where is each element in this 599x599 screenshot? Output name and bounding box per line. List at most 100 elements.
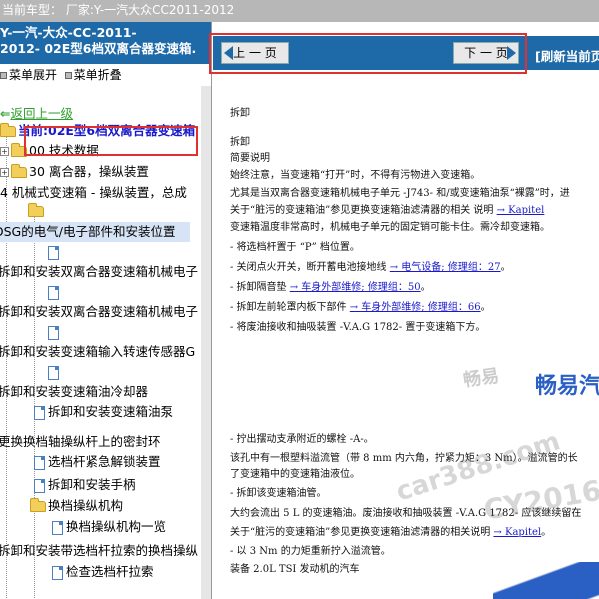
body-repair-link-50[interactable]: → 车身外部维修; 修理组：50 xyxy=(290,282,421,293)
document-icon xyxy=(48,245,59,260)
content-title: 拆卸 xyxy=(230,108,250,119)
document-icon xyxy=(34,455,45,470)
content-line: 始终注意，当变速箱“打开”时，不得有污物进入变速箱。 xyxy=(230,170,481,181)
content-line: 简要说明 xyxy=(230,153,270,164)
tree-item-oil-pump[interactable]: 拆卸和安装变速箱油泵 xyxy=(34,402,173,422)
expand-square-icon xyxy=(0,71,7,79)
left-panel-header: Y-一汽-大众-CC-2011- 2012- 02E型6档双离合器变速箱. xyxy=(0,22,211,64)
tree-item-label: 拆卸和安装双离合器变速箱机械电子 xyxy=(0,304,199,319)
back-arrow-icon: ⇐ xyxy=(0,106,11,121)
tree-item-doc[interactable] xyxy=(48,282,62,302)
tree-item-label: 检查选档杆拉索 xyxy=(66,564,154,579)
line-text: 关于“脏污的变速箱油”参见更换变速箱油滤清器的相关 说明 xyxy=(230,205,494,216)
content-line: - 拆卸左前轮罩内板下部件 → 车身外部维修; 修理组：66。 xyxy=(230,302,491,313)
content-line: 装备 2.0L TSI 发动机的汽车 xyxy=(230,564,360,575)
tree-item-subfolder[interactable] xyxy=(28,201,46,221)
tree-item-cable-shift[interactable]: 拆卸和安装带选档杆拉索的换档操纵 xyxy=(0,541,198,561)
left-scrollbar[interactable] xyxy=(201,86,211,599)
content-line: 关于“脏污的变速箱油”参见更换变速箱油滤清器的相关说明 → Kapitel。 xyxy=(230,527,552,538)
tree-item-label: 更换换档轴操纵杆上的密封环 xyxy=(0,434,161,449)
tree-item-shift-overview[interactable]: 换档操纵机构一览 xyxy=(52,517,166,537)
content-panel: 上 一 页 下 一 页 [刷新当前页 拆卸 拆卸 简要说明 始终注意，当变速箱“… xyxy=(213,22,599,599)
tree-item-doc[interactable] xyxy=(48,362,62,382)
tree-item-oil-cooler[interactable]: 拆卸和安装变速箱油冷却器 xyxy=(0,382,148,402)
header-line-2: 2012- 02E型6档双离合器变速箱. xyxy=(0,41,197,56)
tree-item-label: 拆卸和安装变速箱油泵 xyxy=(48,404,174,419)
tree-item-speed-sensor[interactable]: 拆卸和安装变速箱输入转速传感器G xyxy=(0,342,195,362)
collapse-square-icon xyxy=(64,71,72,79)
tree-item-clutch[interactable]: +30 离合器，操纵装置 xyxy=(0,162,149,182)
content-line: - 以 3 Nm 的力矩重新拧入溢流管。 xyxy=(230,546,391,557)
expand-collapse-row: 菜单展开 菜单折叠 xyxy=(0,64,211,86)
window-title-bar: 当前车型： 厂家:Y-一汽大众CC2011-2012 xyxy=(0,0,599,22)
kapitel-link[interactable]: → Kapitel xyxy=(497,205,545,216)
tree-item-check-cable[interactable]: 检查选档杆拉索 xyxy=(52,562,154,582)
tree-item-dsg-electrical[interactable]: DSG的电气/电子部件和安装位置 xyxy=(0,222,190,242)
expand-menu-link[interactable]: 菜单展开 xyxy=(9,68,57,82)
kapitel-link-2[interactable]: → Kapitel xyxy=(493,527,541,538)
back-link[interactable]: 返回上一级 xyxy=(10,106,73,121)
line-text: 关于“脏污的变速箱油”参见更换变速箱油滤清器的相关说明 xyxy=(230,527,491,538)
tree-item-doc[interactable] xyxy=(48,242,62,262)
left-nav-panel: Y-一汽-大众-CC-2011- 2012- 02E型6档双离合器变速箱. 菜单… xyxy=(0,22,212,599)
tree-item-label: 拆卸和安装带选档杆拉索的换档操纵 xyxy=(0,543,199,558)
folder-icon xyxy=(30,498,46,512)
nav-tree: ⇐返回上一级 当前:02E型6档双离合器变速箱 +00 技术数据 +30 离合器… xyxy=(0,86,211,599)
tree-item-shift-mechanism[interactable]: 换档操纵机构 xyxy=(30,496,123,516)
collapse-menu-link[interactable]: 菜单折叠 xyxy=(74,68,122,82)
refresh-page-link[interactable]: [刷新当前页 xyxy=(535,46,599,65)
tree-item-label: 30 离合器，操纵装置 xyxy=(29,164,149,179)
document-icon xyxy=(34,405,45,420)
document-icon xyxy=(48,325,59,340)
folder-icon xyxy=(0,123,16,137)
tree-item-label: 选档杆紧急解锁装置 xyxy=(48,454,161,469)
tree-item-label: 拆卸和安装手柄 xyxy=(48,477,136,492)
folder-icon xyxy=(11,164,27,178)
tree-item-mechatronic-2[interactable]: 拆卸和安装双离合器变速箱机械电子 xyxy=(0,302,198,322)
line-text: - 关闭点火开关，断开蓄电池接地线 xyxy=(230,262,387,273)
content-line: 变速箱温度非常高时，机械电子单元的固定销可能卡住。需冷却变速箱。 xyxy=(230,222,550,233)
document-icon xyxy=(52,565,63,580)
expand-plus-icon[interactable]: + xyxy=(0,168,9,177)
content-line: 关于“脏污的变速箱油”参见更换变速箱油滤清器的相关 说明 → Kapitel xyxy=(230,203,544,219)
header-line-1: Y-一汽-大众-CC-2011- xyxy=(0,25,137,40)
watermark-stripe-graphic xyxy=(493,562,599,599)
content-line: - 拆卸该变速箱油管。 xyxy=(230,488,327,499)
folder-icon xyxy=(28,203,44,217)
tree-item-seal-ring[interactable]: 更换换档轴操纵杆上的密封环 xyxy=(0,432,161,452)
expand-plus-icon[interactable]: + xyxy=(0,147,9,156)
document-icon xyxy=(34,478,45,493)
watermark-brand: 畅易汽 xyxy=(535,374,599,399)
content-line: - 拧出摆动支承附近的螺栓 -A-。 xyxy=(230,434,374,445)
tree-item-label: 拆卸和安装变速箱油冷却器 xyxy=(0,384,149,399)
document-icon xyxy=(48,285,59,300)
tree-item-label: 拆卸和安装变速箱输入转速传感器G xyxy=(0,344,196,359)
content-line: 该孔中有一根塑料溢流管（带 8 mm 内六角，拧紧力矩：3 Nm）。溢流管的长 xyxy=(230,453,578,464)
line-text: - 拆卸隔音垫 xyxy=(230,282,287,293)
content-line: 尤其是当双离合器变速箱机械电子单元 -J743- 和/或变速箱油泵“裸露”时，进 xyxy=(230,188,570,199)
window-title: 当前车型： 厂家:Y-一汽大众CC2011-2012 xyxy=(2,3,235,17)
line-text: - 拆卸左前轮罩内板下部件 xyxy=(230,302,347,313)
tree-item-label: 换档操纵机构一览 xyxy=(66,519,167,534)
document-icon xyxy=(52,520,63,535)
tree-item-label: DSG的电气/电子部件和安装位置 xyxy=(0,224,176,239)
content-line: 了变速箱中的变速箱油液位。 xyxy=(230,469,360,480)
document-icon xyxy=(48,365,59,380)
body-repair-link-66[interactable]: → 车身外部维修; 修理组：66 xyxy=(350,302,481,313)
watermark-site: car388.com xyxy=(392,426,564,508)
content-line: - 将选档杆置于 “P” 档位置。 xyxy=(230,242,360,253)
tree-item-handle[interactable]: 拆卸和安装手柄 xyxy=(34,475,136,495)
content-line: - 拆卸隔音垫 → 车身外部维修; 修理组：50。 xyxy=(230,282,431,293)
content-line: - 将废油接收和抽吸装置 -V.A.G 1782- 置于变速箱下方。 xyxy=(230,322,486,333)
tree-item-label: 34 机械式变速箱 - 操纵装置，总成 xyxy=(0,185,187,200)
electrical-link[interactable]: → 电气设备; 修理组：27 xyxy=(390,262,501,273)
tree-item-emergency-unlock[interactable]: 选档杆紧急解锁装置 xyxy=(34,452,161,472)
tree-item-mechatronic-1[interactable]: 拆卸和安装双离合器变速箱机械电子 xyxy=(0,262,198,282)
tree-item-label: 换档操纵机构 xyxy=(48,498,124,513)
highlight-nav-box xyxy=(209,33,527,74)
tree-item-manual-gearbox[interactable]: 34 机械式变速箱 - 操纵装置，总成 xyxy=(0,183,187,203)
content-line: - 关闭点火开关，断开蓄电池接地线 → 电气设备; 修理组：27。 xyxy=(230,262,511,273)
content-line: 大约会流出 5 L 的变速箱油。废油接收和抽吸装置 -V.A.G 1782- 应… xyxy=(230,508,582,519)
tree-item-label: 拆卸和安装双离合器变速箱机械电子 xyxy=(0,264,199,279)
tree-item-doc[interactable] xyxy=(48,322,62,342)
